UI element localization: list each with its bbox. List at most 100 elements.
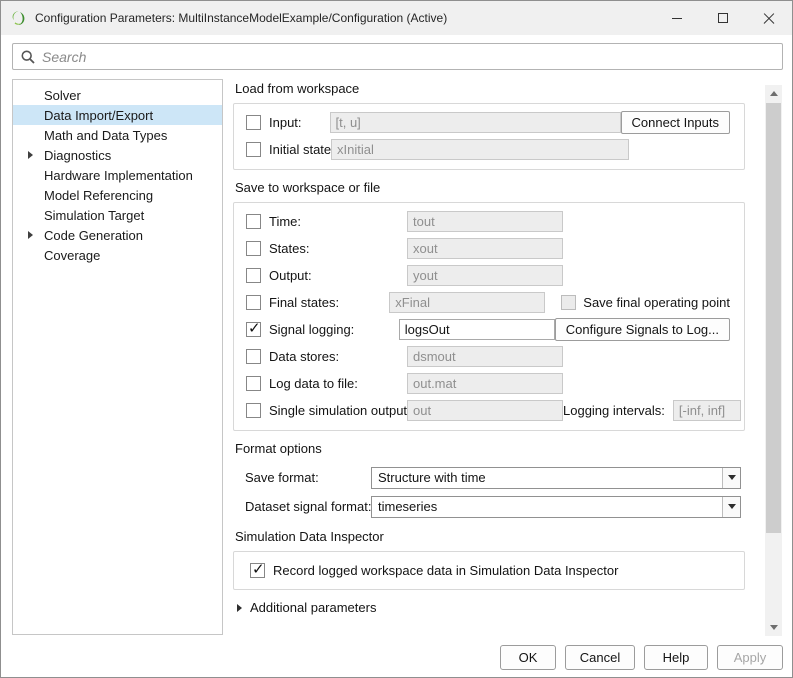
search-icon bbox=[20, 49, 36, 65]
search-bar bbox=[12, 43, 783, 70]
dropdown-arrow-button[interactable] bbox=[722, 497, 740, 517]
sidebar-item-simulation-target[interactable]: Simulation Target bbox=[13, 205, 222, 225]
states-label: States: bbox=[269, 241, 407, 256]
logging-intervals-field bbox=[673, 400, 741, 421]
save-final-operating-point-checkbox bbox=[561, 295, 576, 310]
single-simulation-output-checkbox[interactable] bbox=[246, 403, 261, 418]
data-stores-label: Data stores: bbox=[269, 349, 407, 364]
save-format-value: Structure with time bbox=[372, 470, 722, 485]
scroll-down-button[interactable] bbox=[765, 619, 782, 636]
sidebar-item-coverage[interactable]: Coverage bbox=[13, 245, 222, 265]
output-field bbox=[407, 265, 563, 286]
states-field bbox=[407, 238, 563, 259]
input-field bbox=[330, 112, 621, 133]
minimize-icon bbox=[672, 18, 682, 19]
sidebar-item-data-import-export[interactable]: Data Import/Export bbox=[13, 105, 222, 125]
scroll-up-button[interactable] bbox=[765, 85, 782, 102]
dropdown-arrow-button[interactable] bbox=[722, 468, 740, 488]
input-row: Input: Connect Inputs bbox=[234, 109, 744, 136]
titlebar: Configuration Parameters: MultiInstanceM… bbox=[1, 1, 792, 35]
search-input[interactable] bbox=[42, 44, 782, 69]
record-logged-data-row: Record logged workspace data in Simulati… bbox=[234, 557, 744, 583]
signal-logging-label: Signal logging: bbox=[269, 322, 399, 337]
connect-inputs-button[interactable]: Connect Inputs bbox=[621, 111, 730, 134]
chevron-up-icon bbox=[770, 91, 778, 96]
load-from-workspace-group: Input: Connect Inputs Initial state: bbox=[233, 103, 745, 170]
sidebar-item-diagnostics[interactable]: Diagnostics bbox=[13, 145, 222, 165]
sidebar-item-hardware-implementation[interactable]: Hardware Implementation bbox=[13, 165, 222, 185]
configure-signals-button[interactable]: Configure Signals to Log... bbox=[555, 318, 730, 341]
log-data-to-file-label: Log data to file: bbox=[269, 376, 407, 391]
dataset-signal-format-row: Dataset signal format: timeseries bbox=[233, 492, 763, 521]
section-title-save-to-workspace: Save to workspace or file bbox=[235, 180, 763, 197]
dialog-buttons: OK Cancel Help Apply bbox=[500, 645, 783, 670]
simulink-icon bbox=[11, 10, 27, 26]
window-controls bbox=[654, 1, 792, 35]
close-button[interactable] bbox=[746, 1, 792, 35]
additional-parameters[interactable]: Additional parameters bbox=[237, 600, 763, 615]
states-checkbox[interactable] bbox=[246, 241, 261, 256]
simulation-data-inspector-group: Record logged workspace data in Simulati… bbox=[233, 551, 745, 590]
chevron-down-icon bbox=[728, 475, 736, 480]
initial-state-label: Initial state: bbox=[269, 142, 331, 157]
additional-parameters-label: Additional parameters bbox=[250, 600, 376, 615]
ok-button[interactable]: OK bbox=[500, 645, 556, 670]
sidebar-item-math-and-data-types[interactable]: Math and Data Types bbox=[13, 125, 222, 145]
final-states-checkbox[interactable] bbox=[246, 295, 261, 310]
sidebar-item-model-referencing[interactable]: Model Referencing bbox=[13, 185, 222, 205]
section-title-load-from-workspace: Load from workspace bbox=[235, 81, 763, 98]
states-row: States: bbox=[234, 235, 744, 262]
sidebar-item-label: Hardware Implementation bbox=[44, 168, 193, 183]
vertical-scrollbar[interactable] bbox=[765, 85, 782, 636]
initial-state-checkbox[interactable] bbox=[246, 142, 261, 157]
save-format-dropdown[interactable]: Structure with time bbox=[371, 467, 741, 489]
time-row: Time: bbox=[234, 208, 744, 235]
minimize-button[interactable] bbox=[654, 1, 700, 35]
signal-logging-field[interactable] bbox=[399, 319, 555, 340]
data-stores-field bbox=[407, 346, 563, 367]
save-to-workspace-group: Time: States: Output: Final states: Save bbox=[233, 202, 745, 431]
output-checkbox[interactable] bbox=[246, 268, 261, 283]
initial-state-field bbox=[331, 139, 629, 160]
time-checkbox[interactable] bbox=[246, 214, 261, 229]
data-stores-checkbox[interactable] bbox=[246, 349, 261, 364]
single-simulation-output-row: Single simulation output: Logging interv… bbox=[234, 397, 744, 424]
category-tree: Solver Data Import/Export Math and Data … bbox=[12, 79, 223, 635]
expand-arrow-icon[interactable] bbox=[28, 231, 33, 239]
input-checkbox[interactable] bbox=[246, 115, 261, 130]
maximize-button[interactable] bbox=[700, 1, 746, 35]
signal-logging-row: Signal logging: Configure Signals to Log… bbox=[234, 316, 744, 343]
expand-arrow-icon[interactable] bbox=[28, 151, 33, 159]
main-panel: Load from workspace Input: Connect Input… bbox=[233, 79, 763, 637]
expand-arrow-icon bbox=[237, 604, 242, 612]
dataset-signal-format-label: Dataset signal format: bbox=[245, 499, 371, 514]
help-button[interactable]: Help bbox=[644, 645, 708, 670]
sidebar-item-code-generation[interactable]: Code Generation bbox=[13, 225, 222, 245]
chevron-down-icon bbox=[770, 625, 778, 630]
record-logged-data-checkbox[interactable] bbox=[250, 563, 265, 578]
initial-state-row: Initial state: bbox=[234, 136, 744, 163]
logging-intervals: Logging intervals: bbox=[563, 400, 741, 421]
sidebar-item-solver[interactable]: Solver bbox=[13, 85, 222, 105]
dataset-signal-format-value: timeseries bbox=[372, 499, 722, 514]
save-final-operating-point: Save final operating point bbox=[561, 295, 730, 310]
configuration-parameters-dialog: Configuration Parameters: MultiInstanceM… bbox=[0, 0, 793, 678]
cancel-button[interactable]: Cancel bbox=[565, 645, 635, 670]
signal-logging-checkbox[interactable] bbox=[246, 322, 261, 337]
maximize-icon bbox=[718, 13, 728, 23]
time-field bbox=[407, 211, 563, 232]
dataset-signal-format-dropdown[interactable]: timeseries bbox=[371, 496, 741, 518]
log-data-to-file-field bbox=[407, 373, 563, 394]
log-data-to-file-checkbox[interactable] bbox=[246, 376, 261, 391]
final-states-label: Final states: bbox=[269, 295, 389, 310]
output-row: Output: bbox=[234, 262, 744, 289]
scrollbar-thumb[interactable] bbox=[766, 103, 781, 533]
time-label: Time: bbox=[269, 214, 407, 229]
sidebar-item-label: Data Import/Export bbox=[44, 108, 153, 123]
record-logged-data-label: Record logged workspace data in Simulati… bbox=[273, 563, 618, 578]
input-label: Input: bbox=[269, 115, 330, 130]
logging-intervals-label: Logging intervals: bbox=[563, 403, 665, 418]
output-label: Output: bbox=[269, 268, 407, 283]
save-format-row: Save format: Structure with time bbox=[233, 463, 763, 492]
sidebar-item-label: Code Generation bbox=[44, 228, 143, 243]
